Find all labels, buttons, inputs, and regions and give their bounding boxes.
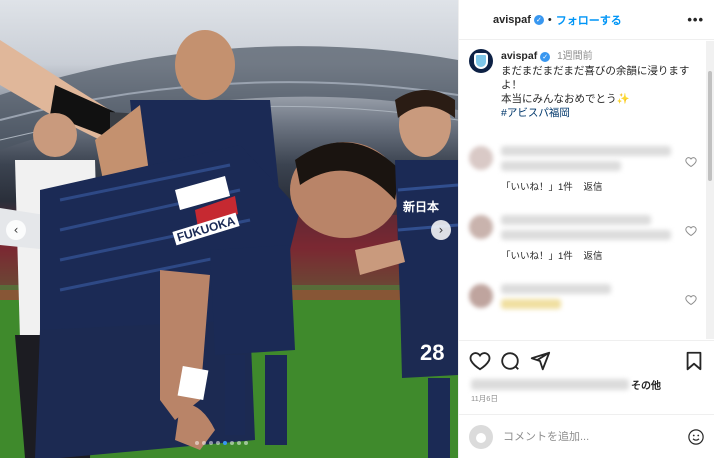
avatar[interactable]	[469, 146, 493, 170]
blurred-comment-text	[501, 230, 671, 240]
next-photo-button[interactable]: ›	[431, 220, 451, 240]
bookmark-icon[interactable]	[683, 350, 705, 372]
comment-item: 「いいね！」1件 返信	[469, 215, 697, 262]
previous-photo-button[interactable]: ‹	[6, 220, 26, 240]
reply-button[interactable]: 返信	[583, 251, 602, 262]
scrollbar-thumb[interactable]	[708, 71, 712, 181]
follow-button[interactable]: フォローする	[556, 12, 622, 28]
comment-like-count[interactable]: 「いいね！」1件	[501, 251, 573, 262]
verified-badge-icon: ✓	[533, 14, 544, 25]
post-date: 11月6日	[471, 394, 498, 403]
carousel-dot	[230, 441, 234, 445]
blurred-comment-text	[501, 215, 651, 225]
add-comment-bar	[459, 414, 714, 458]
avatar[interactable]	[469, 49, 493, 73]
like-heart-icon[interactable]	[469, 350, 491, 372]
caption-username[interactable]: avispaf	[501, 50, 537, 62]
heart-icon[interactable]	[685, 294, 697, 306]
comments-scrollbar[interactable]	[706, 41, 714, 339]
more-options-icon[interactable]: •••	[687, 12, 704, 27]
comment-item	[469, 284, 697, 314]
club-crest-icon	[474, 53, 488, 69]
header-username[interactable]: avispaf	[493, 14, 531, 26]
carousel-dot	[209, 441, 213, 445]
jersey-number: 28	[420, 340, 445, 365]
carousel-indicator	[195, 441, 248, 445]
post-actions	[459, 340, 714, 380]
carousel-dot-active	[223, 441, 227, 445]
user-avatar-icon	[469, 424, 493, 449]
likes-summary[interactable]: その他	[471, 377, 661, 392]
blurred-comment-text	[501, 299, 561, 309]
comment-like-count[interactable]: 「いいね！」1件	[501, 182, 573, 193]
likes-others-label[interactable]: その他	[631, 377, 661, 392]
reply-button[interactable]: 返信	[583, 182, 602, 193]
carousel-dot	[237, 441, 241, 445]
avatar[interactable]	[469, 284, 493, 308]
blurred-comment-text	[501, 161, 621, 171]
caption-timestamp[interactable]: 1週間前	[557, 51, 593, 62]
caption-text: まだまだまだまだ喜びの余韻に浸りますよ！	[501, 65, 690, 91]
post-side-panel: avispaf ✓ • フォローする ••• avispaf ✓ 1週間前 まだま…	[458, 0, 714, 458]
comments-section: avispaf ✓ 1週間前 まだまだまだまだ喜びの余韻に浸りますよ！ 本当にみん…	[459, 41, 707, 339]
post-caption: avispaf ✓ 1週間前 まだまだまだまだ喜びの余韻に浸りますよ！ 本当にみん…	[469, 49, 697, 120]
comment-bubble-icon[interactable]	[499, 350, 521, 372]
carousel-dot	[216, 441, 220, 445]
verified-badge-icon: ✓	[540, 52, 551, 62]
heart-icon[interactable]	[685, 225, 697, 237]
comment-item: 「いいね！」1件 返信	[469, 146, 697, 193]
chevron-left-icon: ‹	[13, 223, 19, 237]
caption-text: 本当にみんなおめでとう✨	[501, 93, 630, 105]
post-photo[interactable]: FUKUOKA 新日本 28 ‹ ›	[0, 0, 458, 458]
avatar[interactable]	[469, 215, 493, 239]
carousel-dot	[244, 441, 248, 445]
share-send-icon[interactable]	[529, 350, 551, 372]
blurred-comment-text	[501, 146, 671, 156]
emoji-icon[interactable]	[687, 428, 705, 446]
jersey-chest-text: 新日本	[403, 200, 440, 214]
blurred-comment-text	[501, 284, 611, 294]
header-separator: •	[547, 13, 552, 26]
caption-hashtag[interactable]: #アビスパ福岡	[501, 106, 697, 120]
carousel-dot	[195, 441, 199, 445]
heart-icon[interactable]	[685, 156, 697, 168]
chevron-right-icon: ›	[438, 223, 444, 237]
carousel-dot	[202, 441, 206, 445]
post-header: avispaf ✓ • フォローする •••	[459, 0, 714, 40]
blurred-likes-text	[471, 379, 629, 390]
comment-input[interactable]	[503, 430, 663, 443]
